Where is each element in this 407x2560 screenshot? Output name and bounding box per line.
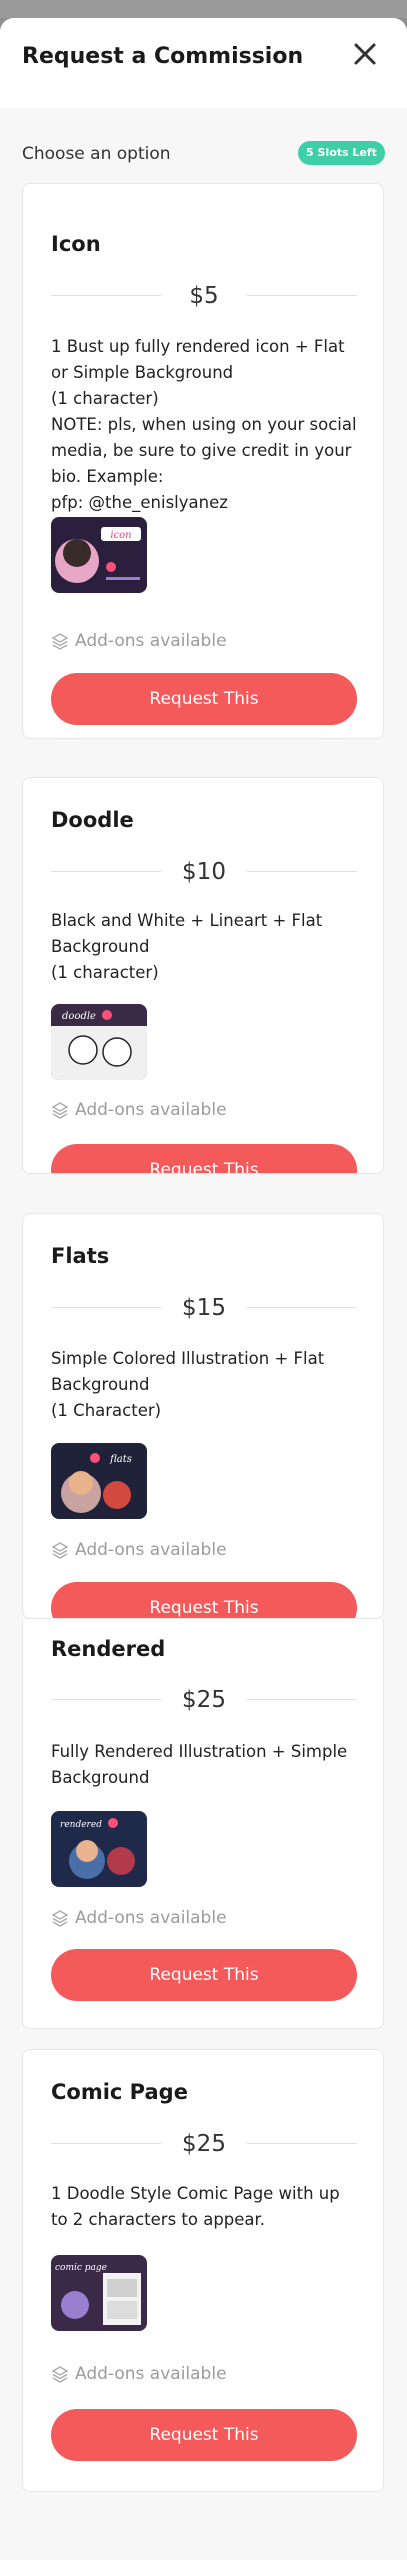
option-description: 1 Bust up fully rendered icon + Flat or …: [51, 337, 357, 512]
modal-header: Request a Commission: [0, 18, 407, 108]
price-row: $10: [51, 857, 357, 887]
request-button-flats[interactable]: Request This: [51, 1582, 357, 1618]
addons-indicator: Add-ons available: [51, 631, 227, 651]
thumbnail-label: doodle: [62, 1011, 96, 1022]
modal-title: Request a Commission: [22, 44, 304, 69]
option-description: Black and White + Lineart + Flat Backgro…: [51, 911, 323, 982]
layers-icon: [51, 1542, 69, 1559]
thumbnail-label: flats: [109, 1454, 132, 1465]
layers-icon: [51, 1102, 69, 1119]
addons-label: Add-ons available: [75, 1540, 227, 1560]
option-title: Icon: [51, 232, 101, 256]
thumbnail-label: rendered: [60, 1820, 102, 1830]
option-thumbnail[interactable]: flats: [51, 1443, 147, 1519]
addons-label: Add-ons available: [75, 2364, 227, 2384]
addons-indicator: Add-ons available: [51, 1908, 227, 1928]
option-price: $25: [182, 1687, 226, 1713]
price-row: $5: [51, 281, 357, 311]
option-price: $15: [182, 1295, 226, 1321]
option-card-icon: Icon $5 1 Bust up fully rendered icon + …: [22, 183, 384, 739]
addons-indicator: Add-ons available: [51, 1540, 227, 1560]
option-description: Simple Colored Illustration + Flat Backg…: [51, 1349, 325, 1420]
option-title: Comic Page: [51, 2080, 188, 2104]
layers-icon: [51, 1910, 69, 1927]
close-button[interactable]: [351, 40, 379, 68]
request-button-rendered[interactable]: Request This: [51, 1949, 357, 2001]
option-title: Rendered: [51, 1637, 166, 1661]
option-card-comic-page: Comic Page $25 1 Doodle Style Comic Page…: [22, 2049, 384, 2492]
option-price: $5: [189, 283, 219, 309]
thumbnail-label: icon: [110, 530, 131, 541]
option-card-doodle: Doodle $10 Black and White + Lineart + F…: [22, 777, 384, 1174]
option-thumbnail[interactable]: doodle: [51, 1004, 147, 1080]
option-card-flats: Flats $15 Simple Colored Illustration + …: [22, 1213, 384, 1619]
price-row: $25: [51, 1685, 357, 1715]
modal-backdrop: [0, 0, 407, 18]
close-icon: [354, 43, 376, 65]
layers-icon: [51, 633, 69, 650]
option-card-rendered: Rendered $25 Fully Rendered Illustration…: [22, 1619, 384, 2029]
option-thumbnail[interactable]: icon: [51, 517, 147, 593]
request-button-doodle[interactable]: Request This: [51, 1144, 357, 1173]
price-row: $25: [51, 2129, 357, 2159]
addons-label: Add-ons available: [75, 1908, 227, 1928]
request-button-icon[interactable]: Request This: [51, 673, 357, 725]
option-price: $25: [182, 2131, 226, 2157]
option-title: Flats: [51, 1244, 110, 1268]
addons-indicator: Add-ons available: [51, 2364, 227, 2384]
addons-label: Add-ons available: [75, 1100, 227, 1120]
thumbnail-label: comic page: [55, 2263, 107, 2273]
request-button-comic-page[interactable]: Request This: [51, 2409, 357, 2461]
commission-modal: Request a Commission Choose an option 5 …: [0, 18, 407, 2560]
option-description: 1 Doodle Style Comic Page with up to 2 c…: [51, 2184, 340, 2229]
choose-option-label: Choose an option: [22, 144, 171, 164]
layers-icon: [51, 2366, 69, 2383]
option-thumbnail[interactable]: rendered: [51, 1811, 147, 1887]
option-description: Fully Rendered Illustration + Simple Bac…: [51, 1742, 348, 1787]
option-price: $10: [182, 859, 226, 885]
price-row: $15: [51, 1293, 357, 1323]
addons-label: Add-ons available: [75, 631, 227, 651]
addons-indicator: Add-ons available: [51, 1100, 227, 1120]
slots-left-badge: 5 Slots Left: [298, 141, 385, 165]
option-thumbnail[interactable]: comic page: [51, 2255, 147, 2331]
option-title: Doodle: [51, 808, 134, 832]
